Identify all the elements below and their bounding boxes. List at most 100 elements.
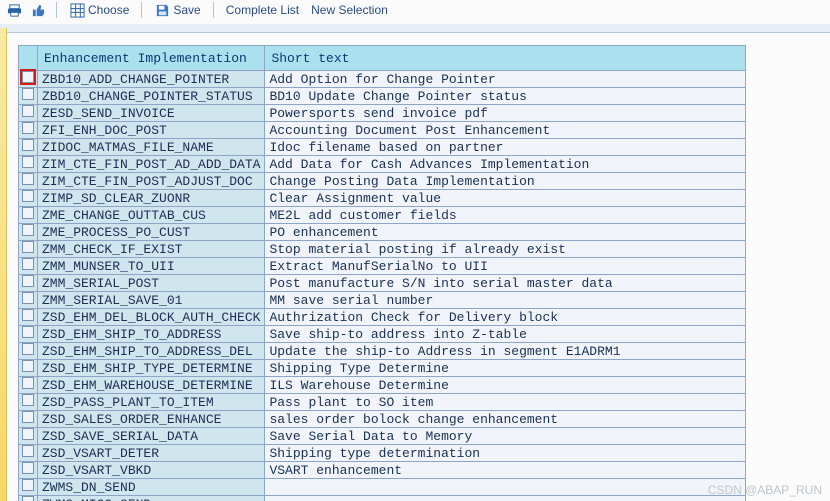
cell-short-text[interactable]: Idoc filename based on partner — [265, 139, 746, 156]
table-row[interactable]: ZSD_VSART_DETERShipping type determinati… — [19, 445, 746, 462]
cell-enhancement-name[interactable]: ZMM_CHECK_IF_EXIST — [38, 241, 265, 258]
cell-enhancement-name[interactable]: ZMM_MUNSER_TO_UII — [38, 258, 265, 275]
row-selector[interactable] — [19, 394, 38, 411]
table-row[interactable]: ZIM_CTE_FIN_POST_AD_ADD_DATAAdd Data for… — [19, 156, 746, 173]
row-select-box[interactable] — [22, 122, 34, 134]
table-row[interactable]: ZME_PROCESS_PO_CUSTPO enhancement — [19, 224, 746, 241]
cell-short-text[interactable]: ILS Warehouse Determine — [265, 377, 746, 394]
row-select-box[interactable] — [22, 326, 34, 338]
row-select-box[interactable] — [22, 105, 34, 117]
table-row[interactable]: ZWMS_DN_SEND — [19, 479, 746, 496]
row-selector[interactable] — [19, 428, 38, 445]
row-select-box[interactable] — [22, 377, 34, 389]
col-header-name[interactable]: Enhancement Implementation — [38, 46, 265, 71]
cell-enhancement-name[interactable]: ZBD10_CHANGE_POINTER_STATUS — [38, 88, 265, 105]
cell-enhancement-name[interactable]: ZSD_SAVE_SERIAL_DATA — [38, 428, 265, 445]
row-selector[interactable] — [19, 275, 38, 292]
row-selector[interactable] — [19, 224, 38, 241]
cell-short-text[interactable]: Add Data for Cash Advances Implementatio… — [265, 156, 746, 173]
row-select-box[interactable] — [22, 445, 34, 457]
row-selector[interactable] — [19, 377, 38, 394]
row-select-box[interactable] — [22, 394, 34, 406]
cell-short-text[interactable]: ME2L add customer fields — [265, 207, 746, 224]
cell-enhancement-name[interactable]: ZESD_SEND_INVOICE — [38, 105, 265, 122]
cell-enhancement-name[interactable]: ZSD_EHM_SHIP_TYPE_DETERMINE — [38, 360, 265, 377]
row-select-box[interactable] — [22, 309, 34, 321]
complete-list-button[interactable]: Complete List — [224, 3, 301, 17]
cell-enhancement-name[interactable]: ZSD_SALES_ORDER_ENHANCE — [38, 411, 265, 428]
cell-enhancement-name[interactable]: ZSD_VSART_DETER — [38, 445, 265, 462]
print-icon[interactable] — [6, 2, 22, 18]
table-row[interactable]: ZESD_SEND_INVOICEPowersports send invoic… — [19, 105, 746, 122]
table-row[interactable]: ZSD_EHM_SHIP_TYPE_DETERMINEShipping Type… — [19, 360, 746, 377]
cell-enhancement-name[interactable]: ZFI_ENH_DOC_POST — [38, 122, 265, 139]
row-selector[interactable] — [19, 71, 38, 88]
row-selector[interactable] — [19, 88, 38, 105]
cell-short-text[interactable]: Post manufacture S/N into serial master … — [265, 275, 746, 292]
row-select-box[interactable] — [22, 411, 34, 423]
cell-short-text[interactable]: Powersports send invoice pdf — [265, 105, 746, 122]
cell-short-text[interactable]: Clear Assignment value — [265, 190, 746, 207]
col-header-text[interactable]: Short text — [265, 46, 746, 71]
table-row[interactable]: ZWMS_MIGO_SEND — [19, 496, 746, 501]
table-row[interactable]: ZMM_MUNSER_TO_UIIExtract ManufSerialNo t… — [19, 258, 746, 275]
cell-short-text[interactable]: MM save serial number — [265, 292, 746, 309]
save-button[interactable]: Save — [152, 2, 202, 18]
cell-short-text[interactable]: Extract ManufSerialNo to UII — [265, 258, 746, 275]
cell-enhancement-name[interactable]: ZMM_SERIAL_POST — [38, 275, 265, 292]
row-selector[interactable] — [19, 105, 38, 122]
table-row[interactable]: ZMM_SERIAL_POSTPost manufacture S/N into… — [19, 275, 746, 292]
row-select-box[interactable] — [22, 343, 34, 355]
table-row[interactable]: ZIDOC_MATMAS_FILE_NAMEIdoc filename base… — [19, 139, 746, 156]
table-row[interactable]: ZBD10_CHANGE_POINTER_STATUSBD10 Update C… — [19, 88, 746, 105]
cell-enhancement-name[interactable]: ZIM_CTE_FIN_POST_AD_ADD_DATA — [38, 156, 265, 173]
cell-enhancement-name[interactable]: ZME_PROCESS_PO_CUST — [38, 224, 265, 241]
row-select-box[interactable] — [22, 190, 34, 202]
row-selector[interactable] — [19, 496, 38, 501]
row-select-box[interactable] — [22, 173, 34, 185]
cell-enhancement-name[interactable]: ZSD_EHM_SHIP_TO_ADDRESS — [38, 326, 265, 343]
row-selector[interactable] — [19, 343, 38, 360]
table-row[interactable]: ZFI_ENH_DOC_POSTAccounting Document Post… — [19, 122, 746, 139]
choose-button[interactable]: Choose — [67, 2, 131, 18]
row-select-box[interactable] — [22, 275, 34, 287]
table-row[interactable]: ZSD_EHM_DEL_BLOCK_AUTH_CHECKAuthrization… — [19, 309, 746, 326]
row-select-box[interactable] — [22, 224, 34, 236]
row-selector[interactable] — [19, 445, 38, 462]
cell-short-text[interactable]: Stop material posting if already exist — [265, 241, 746, 258]
table-row[interactable]: ZIM_CTE_FIN_POST_ADJUST_DOCChange Postin… — [19, 173, 746, 190]
row-selector[interactable] — [19, 139, 38, 156]
table-row[interactable]: ZSD_PASS_PLANT_TO_ITEMPass plant to SO i… — [19, 394, 746, 411]
row-selector[interactable] — [19, 360, 38, 377]
row-selector[interactable] — [19, 462, 38, 479]
table-row[interactable]: ZMM_SERIAL_SAVE_01MM save serial number — [19, 292, 746, 309]
row-selector[interactable] — [19, 122, 38, 139]
row-select-box[interactable] — [22, 258, 34, 270]
cell-short-text[interactable]: Authrization Check for Delivery block — [265, 309, 746, 326]
table-row[interactable]: ZSD_SAVE_SERIAL_DATASave Serial Data to … — [19, 428, 746, 445]
cell-short-text[interactable]: Accounting Document Post Enhancement — [265, 122, 746, 139]
row-selector[interactable] — [19, 241, 38, 258]
row-select-box[interactable] — [22, 360, 34, 372]
row-selector[interactable] — [19, 173, 38, 190]
cell-enhancement-name[interactable]: ZSD_VSART_VBKD — [38, 462, 265, 479]
row-select-box[interactable] — [22, 241, 34, 253]
table-row[interactable]: ZSD_SALES_ORDER_ENHANCEsales order boloc… — [19, 411, 746, 428]
row-selector[interactable] — [19, 411, 38, 428]
cell-enhancement-name[interactable]: ZIM_CTE_FIN_POST_ADJUST_DOC — [38, 173, 265, 190]
row-select-box[interactable] — [22, 156, 34, 168]
row-select-box[interactable] — [22, 207, 34, 219]
table-row[interactable]: ZSD_VSART_VBKDVSART enhancement — [19, 462, 746, 479]
table-row[interactable]: ZSD_EHM_SHIP_TO_ADDRESSSave ship-to addr… — [19, 326, 746, 343]
row-selector[interactable] — [19, 190, 38, 207]
row-select-box[interactable] — [22, 479, 34, 491]
row-selector[interactable] — [19, 479, 38, 496]
cell-short-text[interactable] — [265, 496, 746, 501]
cell-short-text[interactable]: Add Option for Change Pointer — [265, 71, 746, 88]
cell-enhancement-name[interactable]: ZSD_EHM_DEL_BLOCK_AUTH_CHECK — [38, 309, 265, 326]
row-select-box[interactable] — [22, 496, 34, 501]
cell-short-text[interactable]: Update the ship-to Address in segment E1… — [265, 343, 746, 360]
cell-enhancement-name[interactable]: ZIDOC_MATMAS_FILE_NAME — [38, 139, 265, 156]
row-selector[interactable] — [19, 292, 38, 309]
cell-short-text[interactable]: Pass plant to SO item — [265, 394, 746, 411]
